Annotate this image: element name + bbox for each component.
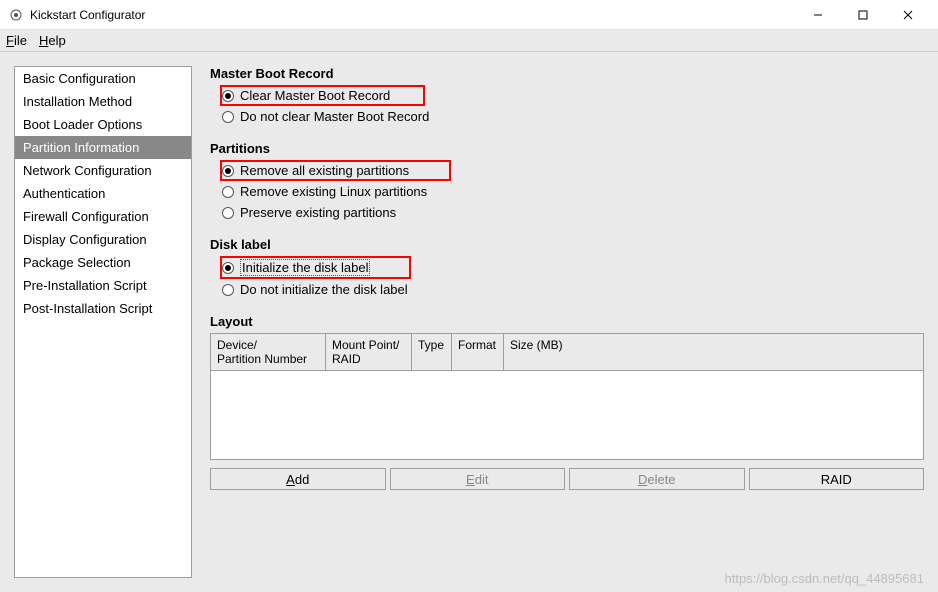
content-area: Basic Configuration Installation Method … (0, 52, 938, 592)
maximize-button[interactable] (840, 1, 885, 29)
disklabel-section-title: Disk label (210, 237, 924, 252)
partitions-radio-group: Remove all existing partitions Remove ex… (220, 160, 924, 223)
close-button[interactable] (885, 1, 930, 29)
radio-label: Preserve existing partitions (240, 205, 396, 220)
radio-label: Initialize the disk label (240, 259, 370, 276)
radio-label: Remove existing Linux partitions (240, 184, 427, 199)
sidebar-item-basic[interactable]: Basic Configuration (15, 67, 191, 90)
sidebar-item-boot-loader[interactable]: Boot Loader Options (15, 113, 191, 136)
radio-preserve[interactable]: Preserve existing partitions (220, 202, 924, 223)
sidebar-item-partition-info[interactable]: Partition Information (15, 136, 191, 159)
sidebar-item-network[interactable]: Network Configuration (15, 159, 191, 182)
button-row: Add Edit Delete RAID (210, 468, 924, 490)
radio-label: Do not clear Master Boot Record (240, 109, 429, 124)
raid-button[interactable]: RAID (749, 468, 925, 490)
sidebar-item-post-script[interactable]: Post-Installation Script (15, 297, 191, 320)
sidebar-item-install-method[interactable]: Installation Method (15, 90, 191, 113)
radio-label: Do not initialize the disk label (240, 282, 408, 297)
col-mount[interactable]: Mount Point/ RAID (326, 334, 412, 370)
mbr-section-title: Master Boot Record (210, 66, 924, 81)
radio-remove-linux[interactable]: Remove existing Linux partitions (220, 181, 924, 202)
radio-noclear-mbr[interactable]: Do not clear Master Boot Record (220, 106, 924, 127)
sidebar-item-display[interactable]: Display Configuration (15, 228, 191, 251)
col-device[interactable]: Device/ Partition Number (211, 334, 326, 370)
radio-icon (222, 186, 234, 198)
radio-label: Remove all existing partitions (240, 163, 409, 178)
sidebar-item-authentication[interactable]: Authentication (15, 182, 191, 205)
sidebar: Basic Configuration Installation Method … (14, 66, 192, 578)
sidebar-item-firewall[interactable]: Firewall Configuration (15, 205, 191, 228)
col-size[interactable]: Size (MB) (504, 334, 923, 370)
layout-body[interactable] (211, 371, 923, 459)
menubar: File Help (0, 30, 938, 52)
radio-clear-mbr[interactable]: Clear Master Boot Record (220, 85, 425, 106)
col-type[interactable]: Type (412, 334, 452, 370)
partitions-section-title: Partitions (210, 141, 924, 156)
app-icon (8, 7, 24, 23)
radio-label: Clear Master Boot Record (240, 88, 390, 103)
edit-button[interactable]: Edit (390, 468, 566, 490)
disklabel-radio-group: Initialize the disk label Do not initial… (220, 256, 924, 300)
menu-file[interactable]: File (6, 33, 27, 48)
sidebar-item-package[interactable]: Package Selection (15, 251, 191, 274)
radio-init-disklabel[interactable]: Initialize the disk label (220, 256, 411, 279)
layout-header: Device/ Partition Number Mount Point/ RA… (211, 334, 923, 371)
radio-remove-all[interactable]: Remove all existing partitions (220, 160, 451, 181)
radio-icon (222, 111, 234, 123)
radio-noinit-disklabel[interactable]: Do not initialize the disk label (220, 279, 924, 300)
col-format[interactable]: Format (452, 334, 504, 370)
titlebar: Kickstart Configurator (0, 0, 938, 30)
layout-section-title: Layout (210, 314, 924, 329)
radio-icon (222, 207, 234, 219)
window-controls (795, 1, 930, 29)
radio-icon (222, 284, 234, 296)
layout-table: Device/ Partition Number Mount Point/ RA… (210, 333, 924, 460)
main-panel: Master Boot Record Clear Master Boot Rec… (210, 66, 924, 578)
add-button[interactable]: Add (210, 468, 386, 490)
delete-button[interactable]: Delete (569, 468, 745, 490)
radio-icon (222, 90, 234, 102)
radio-icon (222, 165, 234, 177)
window-title: Kickstart Configurator (30, 8, 795, 22)
menu-help[interactable]: Help (39, 33, 66, 48)
radio-icon (222, 262, 234, 274)
sidebar-item-pre-script[interactable]: Pre-Installation Script (15, 274, 191, 297)
minimize-button[interactable] (795, 1, 840, 29)
mbr-radio-group: Clear Master Boot Record Do not clear Ma… (220, 85, 924, 127)
